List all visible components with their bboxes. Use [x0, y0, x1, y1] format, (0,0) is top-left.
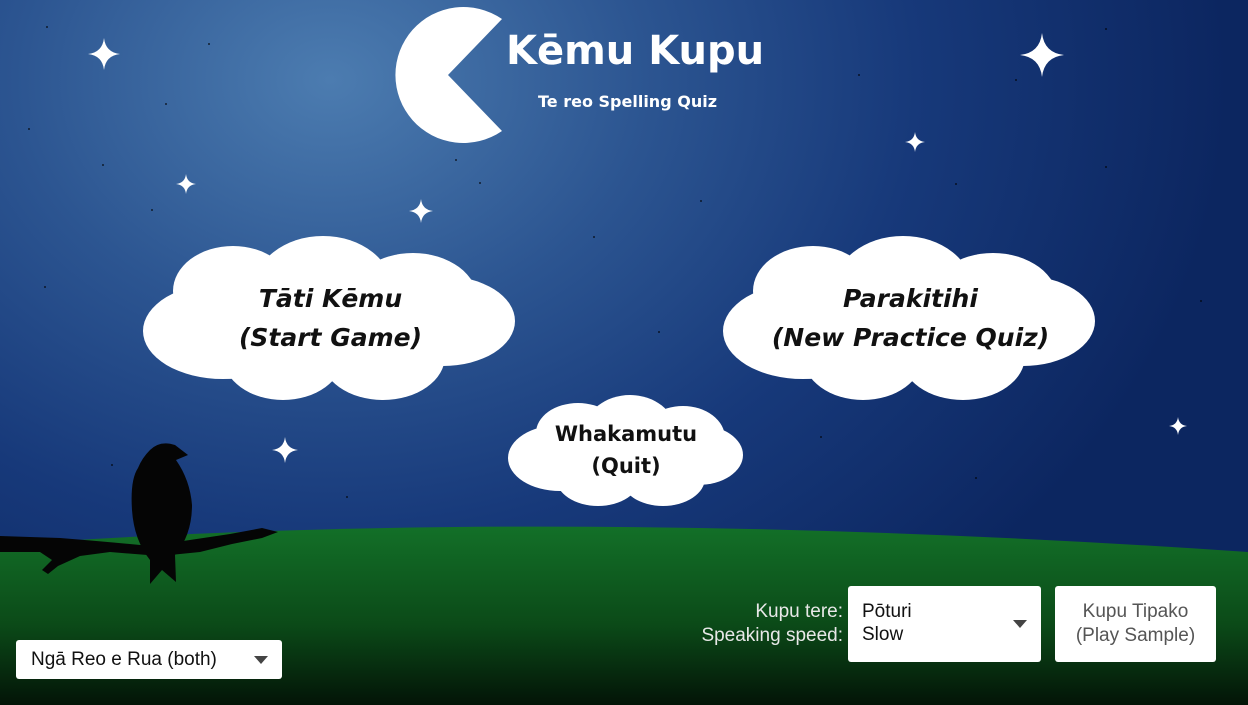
star-dot — [346, 496, 348, 498]
quit-label-en: (Quit) — [591, 454, 661, 478]
speaking-speed-label-mi: Kupu tere: — [755, 601, 843, 622]
star-dot — [593, 236, 595, 238]
star-dot — [1200, 300, 1202, 302]
caret-down-icon — [1013, 620, 1027, 628]
language-select[interactable]: Ngā Reo e Rua (both) — [16, 640, 282, 679]
star-dot — [955, 183, 957, 185]
play-sample-label-mi: Kupu Tipako — [1082, 601, 1189, 622]
bird-silhouette-icon — [0, 443, 278, 584]
quit-button[interactable]: Whakamutu (Quit) — [508, 393, 744, 508]
caret-down-icon — [254, 656, 268, 664]
quit-label: Whakamutu — [554, 422, 698, 446]
practice-label: Parakitihi — [843, 284, 978, 313]
play-sample-button[interactable]: Kupu Tipako (Play Sample) — [1055, 586, 1216, 662]
star-dot — [455, 159, 457, 161]
pacman-moon-icon — [395, 7, 502, 144]
language-select-value: Ngā Reo e Rua (both) — [31, 649, 217, 670]
sparkle-star-icon — [1020, 33, 1064, 77]
star-dot — [479, 182, 481, 184]
play-sample-label-en: (Play Sample) — [1075, 625, 1196, 646]
sparkle-star-icon — [1169, 417, 1187, 435]
star-dot — [658, 331, 660, 333]
speaking-speed-select[interactable]: Pōturi Slow — [848, 586, 1041, 662]
star-dot — [1015, 79, 1017, 81]
star-dot — [975, 477, 977, 479]
star-dot — [1105, 28, 1107, 30]
sparkle-star-icon — [409, 199, 433, 223]
star-dot — [700, 200, 702, 202]
speaking-speed-label-en: Speaking speed: — [701, 625, 843, 646]
star-dot — [820, 436, 822, 438]
night-sky-background: Kēmu Kupu Te reo Spelling Quiz Tāti Kēmu… — [0, 0, 1248, 705]
speaking-speed-label: Kupu tere: Speaking speed: — [650, 600, 843, 648]
new-practice-quiz-button[interactable]: Parakitihi (New Practice Quiz) — [723, 236, 1098, 401]
app-title: Kēmu Kupu — [506, 28, 765, 74]
app-subtitle: Te reo Spelling Quiz — [538, 92, 717, 111]
star-dot — [1105, 166, 1107, 168]
sparkle-star-icon — [905, 132, 925, 152]
practice-label-en: (New Practice Quiz) — [771, 323, 1050, 352]
star-dot — [858, 74, 860, 76]
